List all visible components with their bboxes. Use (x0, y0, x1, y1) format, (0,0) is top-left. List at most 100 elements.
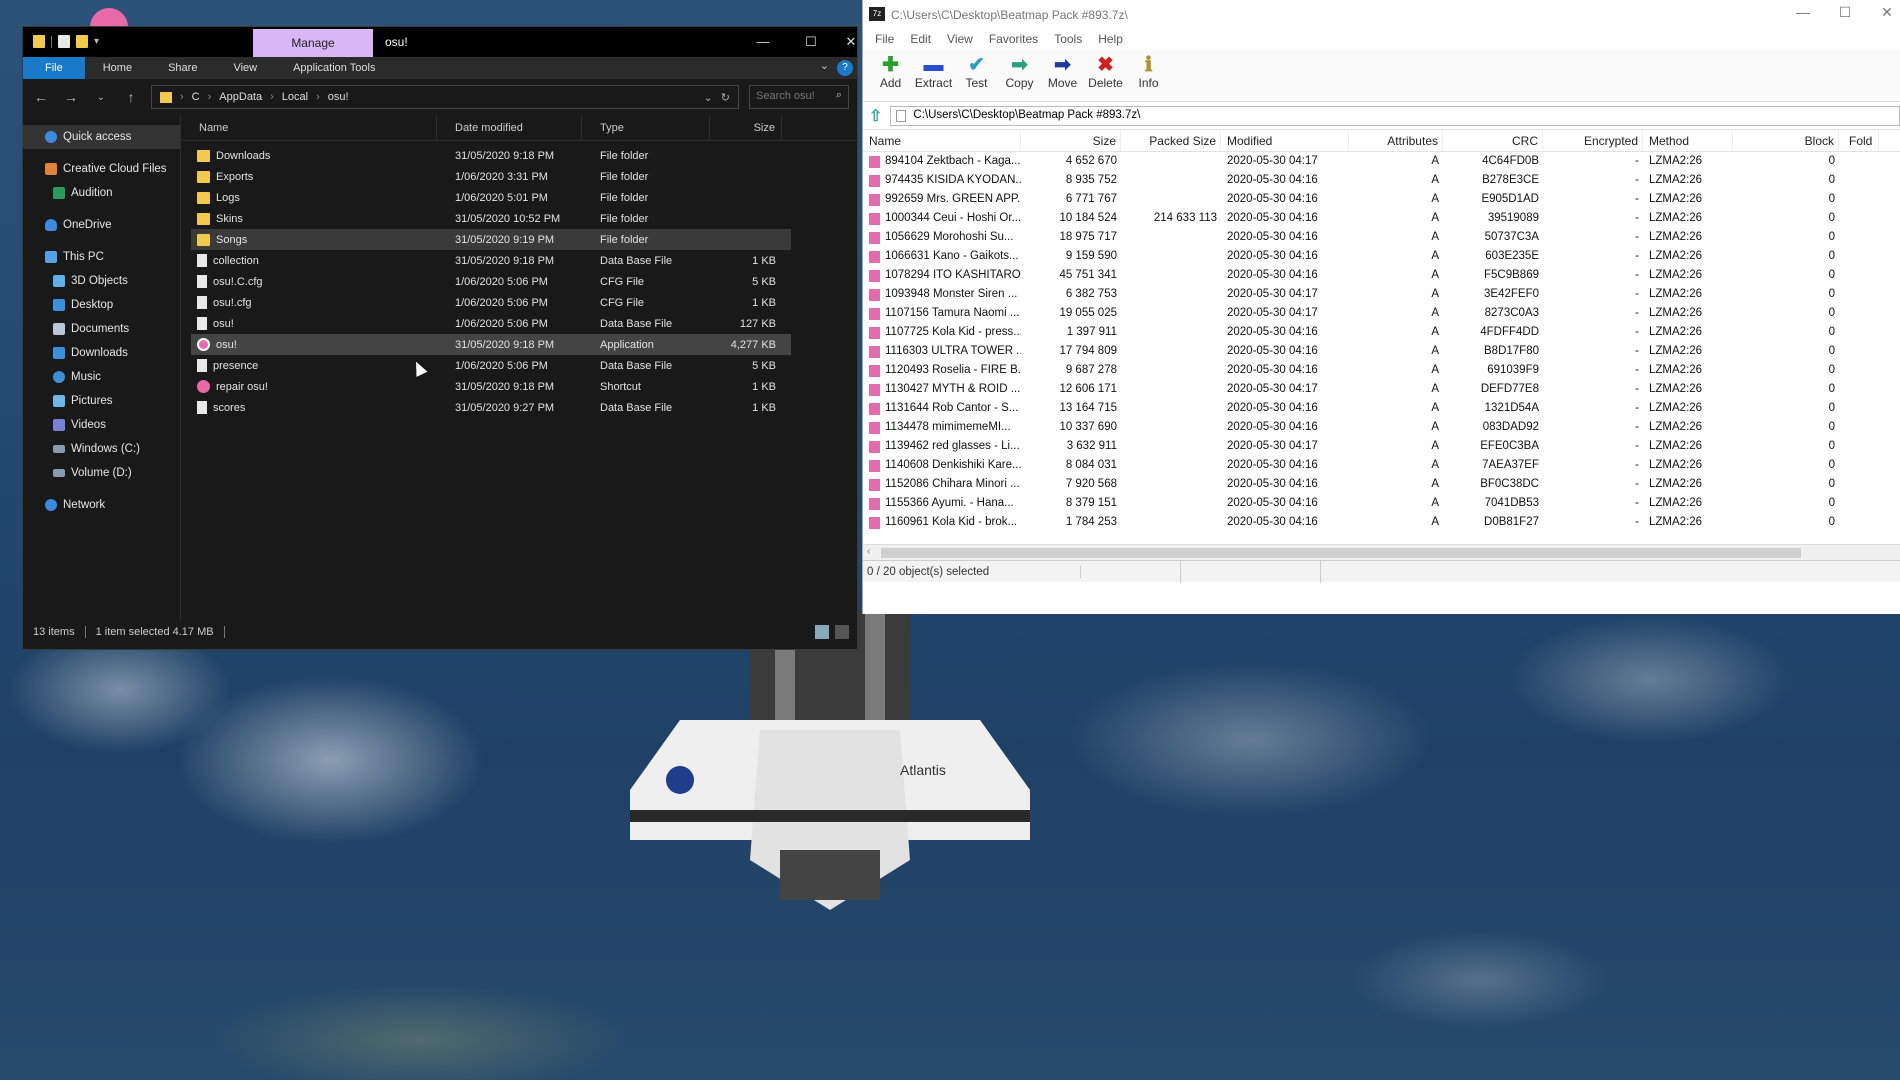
expand-ribbon-icon[interactable]: ⌄ (820, 59, 829, 72)
archive-row[interactable]: 1140608 Denkishiki Kare... 8 084 031 2020-… (863, 456, 1900, 475)
breadcrumb-osu[interactable]: osu! (328, 91, 349, 103)
column-date-modified[interactable]: Date modified (437, 114, 582, 141)
nav-downloads[interactable]: Downloads (23, 341, 180, 365)
archive-row[interactable]: 1107156 Tamura Naomi ... 19 055 025 2020-0… (863, 304, 1900, 323)
back-arrow-icon[interactable]: ← (31, 89, 51, 105)
column-modified[interactable]: Modified (1221, 130, 1349, 151)
up-folder-icon[interactable]: ⇧ (869, 106, 882, 126)
menu-view[interactable]: View (939, 32, 981, 46)
nav-music[interactable]: Music (23, 365, 180, 389)
tab-file[interactable]: File (23, 57, 85, 79)
customize-toolbar-icon[interactable]: ▾ (94, 36, 99, 47)
tab-view[interactable]: View (215, 57, 275, 79)
breadcrumb-local[interactable]: Local (282, 91, 308, 103)
nav-audition[interactable]: Audition (23, 181, 180, 205)
extract-button[interactable]: ▬ Extract (912, 50, 955, 90)
address-dropdown-icon[interactable]: ⌄ (704, 91, 713, 104)
nav-windows-c[interactable]: Windows (C:) (23, 437, 180, 461)
file-row[interactable]: presence 1/06/2020 5:06 PM Data Base File 5… (191, 355, 791, 376)
scroll-left-icon[interactable]: ‹ (867, 546, 870, 557)
help-icon[interactable]: ? (837, 60, 853, 76)
nav-network[interactable]: Network (23, 493, 180, 517)
forward-arrow-icon[interactable]: → (61, 89, 81, 105)
search-input[interactable]: Search osu! ⌕ (749, 85, 849, 109)
details-view-icon[interactable] (815, 625, 829, 639)
archive-row[interactable]: 1130427 MYTH & ROID ... 12 606 171 2020-05… (863, 380, 1900, 399)
refresh-icon[interactable]: ↻ (721, 91, 730, 104)
column-block[interactable]: Block (1733, 130, 1839, 151)
file-row[interactable]: Downloads 31/05/2020 9:18 PM File folder (191, 145, 791, 166)
archive-row[interactable]: 1152086 Chihara Minori ... 7 920 568 2020-… (863, 475, 1900, 494)
archive-row[interactable]: 992659 Mrs. GREEN APP... 6 771 767 2020-05… (863, 190, 1900, 209)
new-folder-icon[interactable] (76, 35, 88, 48)
tab-application-tools[interactable]: Application Tools (275, 57, 393, 79)
maximize-button[interactable]: ☐ (1825, 4, 1865, 21)
column-size[interactable]: Size (710, 114, 782, 141)
file-row[interactable]: osu!.C.cfg 1/06/2020 5:06 PM CFG File 5 KB (191, 271, 791, 292)
nav-3d-objects[interactable]: 3D Objects (23, 269, 180, 293)
file-row[interactable]: osu! 1/06/2020 5:06 PM Data Base File 127 K… (191, 313, 791, 334)
large-icons-view-icon[interactable] (835, 625, 849, 639)
column-type[interactable]: Type (582, 114, 710, 141)
file-row[interactable]: osu! 31/05/2020 9:18 PM Application 4,277 K… (191, 334, 791, 355)
manage-tab[interactable]: Manage (253, 29, 373, 57)
nav-this-pc[interactable]: This PC (23, 245, 180, 269)
nav-creative-cloud[interactable]: Creative Cloud Files (23, 157, 180, 181)
file-row[interactable]: Logs 1/06/2020 5:01 PM File folder (191, 187, 791, 208)
breadcrumb-c[interactable]: C (192, 91, 200, 103)
nav-onedrive[interactable]: OneDrive (23, 213, 180, 237)
column-packed-size[interactable]: Packed Size (1121, 130, 1221, 151)
nav-documents[interactable]: Documents (23, 317, 180, 341)
column-size[interactable]: Size (1021, 130, 1121, 151)
close-button[interactable]: ✕ (1867, 4, 1900, 21)
minimize-button[interactable]: — (1783, 4, 1823, 20)
scrollbar-thumb[interactable] (881, 548, 1801, 558)
maximize-button[interactable]: ☐ (791, 31, 831, 53)
delete-button[interactable]: ✖ Delete (1084, 50, 1127, 90)
file-row[interactable]: repair osu! 31/05/2020 9:18 PM Shortcut 1 K… (191, 376, 791, 397)
archive-row[interactable]: 1107725 Kola Kid - press... 1 397 911 2020… (863, 323, 1900, 342)
info-button[interactable]: ℹ Info (1127, 50, 1170, 90)
column-name[interactable]: Name (863, 130, 1021, 151)
menu-edit[interactable]: Edit (902, 32, 939, 46)
horizontal-scrollbar[interactable]: ‹ (863, 544, 1900, 560)
menu-help[interactable]: Help (1090, 32, 1131, 46)
tab-share[interactable]: Share (150, 57, 215, 79)
file-row[interactable]: Songs 31/05/2020 9:19 PM File folder (191, 229, 791, 250)
column-crc[interactable]: CRC (1443, 130, 1543, 151)
file-row[interactable]: collection 31/05/2020 9:18 PM Data Base Fi… (191, 250, 791, 271)
recent-locations-icon[interactable]: ⌄ (91, 92, 111, 103)
archive-row[interactable]: 1078294 ITO KASHITARO... 45 751 341 2020-0… (863, 266, 1900, 285)
column-method[interactable]: Method (1643, 130, 1733, 151)
address-bar[interactable]: › C › AppData › Local › osu! ⌄ ↻ (151, 85, 739, 109)
archive-row[interactable]: 894104 Zektbach - Kaga... 4 652 670 2020-0… (863, 152, 1900, 171)
menu-tools[interactable]: Tools (1046, 32, 1090, 46)
file-row[interactable]: Skins 31/05/2020 10:52 PM File folder (191, 208, 791, 229)
file-row[interactable]: Exports 1/06/2020 3:31 PM File folder (191, 166, 791, 187)
archive-row[interactable]: 1139462 red glasses - Li... 3 632 911 2020… (863, 437, 1900, 456)
archive-row[interactable]: 1000344 Ceui - Hoshi Or... 10 184 524 214 … (863, 209, 1900, 228)
test-button[interactable]: ✔ Test (955, 50, 998, 90)
column-name[interactable]: Name (181, 114, 437, 141)
move-button[interactable]: ➡ Move (1041, 50, 1084, 90)
nav-videos[interactable]: Videos (23, 413, 180, 437)
nav-pictures[interactable]: Pictures (23, 389, 180, 413)
7zip-path-field[interactable]: C:\Users\C\Desktop\Beatmap Pack #893.7z\ (890, 105, 1900, 126)
file-row[interactable]: osu!.cfg 1/06/2020 5:06 PM CFG File 1 KB (191, 292, 791, 313)
menu-favorites[interactable]: Favorites (981, 32, 1046, 46)
file-row[interactable]: scores 31/05/2020 9:27 PM Data Base File 1 … (191, 397, 791, 418)
up-arrow-icon[interactable]: ↑ (121, 89, 141, 105)
archive-row[interactable]: 1066631 Kano - Gaikots... 9 159 590 2020-0… (863, 247, 1900, 266)
tab-home[interactable]: Home (85, 57, 150, 79)
archive-row[interactable]: 1056629 Morohoshi Su... 18 975 717 2020-05… (863, 228, 1900, 247)
breadcrumb-appdata[interactable]: AppData (219, 91, 262, 103)
nav-volume-d[interactable]: Volume (D:) (23, 461, 180, 485)
properties-icon[interactable] (58, 35, 70, 48)
menu-file[interactable]: File (867, 32, 902, 46)
column-folders[interactable]: Fold (1839, 130, 1879, 151)
archive-row[interactable]: 1134478 mimimemeMI... 10 337 690 2020-05-3… (863, 418, 1900, 437)
column-encrypted[interactable]: Encrypted (1543, 130, 1643, 151)
archive-row[interactable]: 1116303 ULTRA TOWER ... 17 794 809 2020-05… (863, 342, 1900, 361)
archive-row[interactable]: 1160961 Kola Kid - brok... 1 784 253 2020-… (863, 513, 1900, 532)
nav-desktop[interactable]: Desktop (23, 293, 180, 317)
